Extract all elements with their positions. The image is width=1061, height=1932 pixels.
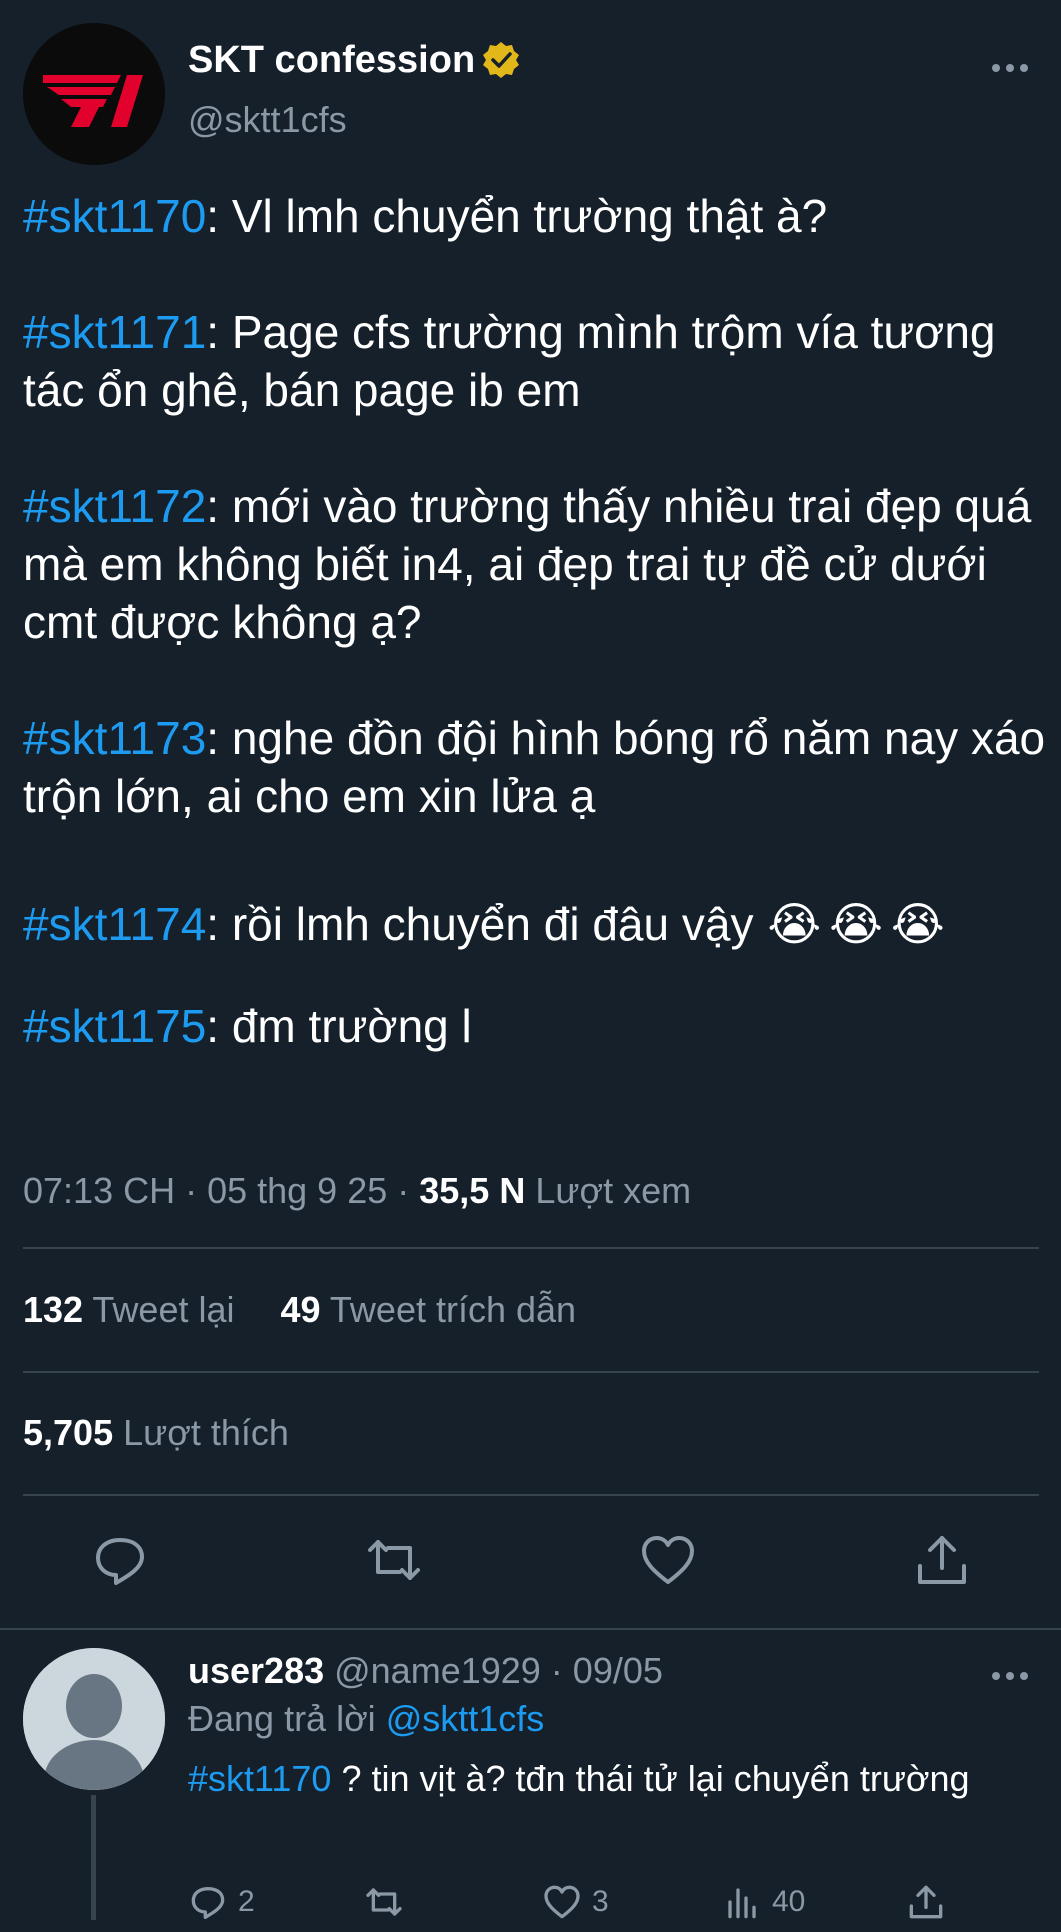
share-icon xyxy=(909,1885,943,1919)
confession-item: #skt1174: rồi lmh chuyển đi đâu vậy 😭 😭 😭 xyxy=(23,895,1053,953)
like-label: Lượt thích xyxy=(113,1412,289,1453)
like-stats[interactable]: 5,705 Lượt thích xyxy=(23,1410,289,1456)
confession-item: #skt1170: Vl lmh chuyển trường thật à? xyxy=(23,187,1053,245)
quote-label: Tweet trích dẫn xyxy=(320,1289,577,1330)
reply-avatar[interactable] xyxy=(23,1648,165,1790)
more-options-icon[interactable] xyxy=(990,1660,1030,1692)
crying-emoji: 😭 xyxy=(767,898,822,950)
reply-handle[interactable]: @name1929 xyxy=(324,1650,541,1691)
retweet-stat[interactable]: 132 Tweet lại xyxy=(23,1289,235,1330)
tweet-text: #skt1170: Vl lmh chuyển trường thật à? #… xyxy=(23,187,1053,1055)
replying-label: Đang trả lời xyxy=(188,1698,386,1739)
reply-text: #skt1170 ? tin vịt à? tđn thái tử lại ch… xyxy=(188,1755,1038,1803)
verified-badge-icon xyxy=(483,42,520,78)
share-icon[interactable] xyxy=(912,1530,972,1590)
confession-item: #skt1172: mới vào trường thấy nhiều trai… xyxy=(23,477,1053,651)
author-name-text: SKT confession xyxy=(188,39,476,81)
reply-count: 2 xyxy=(238,1885,255,1918)
thread-line xyxy=(91,1795,96,1920)
crying-emoji: 😭 xyxy=(829,898,883,950)
meta-separator: · xyxy=(175,1170,208,1211)
engagement-stats: 132 Tweet lại 49 Tweet trích dẫn xyxy=(23,1287,576,1333)
reply-like-button[interactable]: 3 xyxy=(542,1882,609,1922)
retweet-icon xyxy=(366,1888,402,1916)
hashtag-link[interactable]: #skt1173 xyxy=(23,712,206,764)
tweet-action-bar xyxy=(0,1530,1061,1590)
tweet-header: SKT confession @sktt1cfs xyxy=(0,0,1061,165)
author-handle[interactable]: @sktt1cfs xyxy=(188,98,347,142)
retweet-icon[interactable] xyxy=(364,1530,424,1590)
divider xyxy=(23,1371,1039,1373)
meta-separator: · xyxy=(387,1170,420,1211)
tweet-date[interactable]: 05 thg 9 25 xyxy=(207,1170,387,1211)
reply-icon[interactable] xyxy=(90,1530,150,1590)
t1-logo-icon xyxy=(23,23,165,165)
hashtag-link[interactable]: #skt1170 xyxy=(188,1758,331,1799)
divider xyxy=(0,1628,1061,1630)
confession-item: #skt1171: Page cfs trường mình trộm vía … xyxy=(23,303,1053,419)
like-count: 3 xyxy=(592,1885,609,1918)
reply-action-bar: 2 3 40 xyxy=(188,1882,1038,1932)
meta-separator: · xyxy=(540,1650,573,1691)
like-icon xyxy=(544,1885,580,1919)
mention-link[interactable]: @sktt1cfs xyxy=(386,1698,545,1739)
confession-text: : đm trường l xyxy=(206,1000,472,1052)
tweet-time[interactable]: 07:13 CH xyxy=(23,1170,175,1211)
view-count: 40 xyxy=(772,1885,806,1918)
quote-stat[interactable]: 49 Tweet trích dẫn xyxy=(281,1289,577,1330)
quote-count: 49 xyxy=(280,1289,321,1330)
tweet-meta: 07:13 CH · 05 thg 9 25 · 35,5 N Lượt xem xyxy=(23,1168,691,1214)
retweet-label: Tweet lại xyxy=(83,1289,235,1330)
confession-item: #skt1175: đm trường l xyxy=(23,997,1053,1055)
confession-item: #skt1173: nghe đồn đội hình bóng rổ năm … xyxy=(23,709,1053,825)
divider xyxy=(23,1494,1039,1496)
analytics-icon xyxy=(728,1888,756,1919)
reply-date[interactable]: 09/05 xyxy=(573,1650,663,1691)
divider xyxy=(23,1247,1039,1249)
replying-to: Đang trả lời @sktt1cfs xyxy=(188,1696,544,1742)
like-count: 5,705 xyxy=(23,1412,114,1453)
hashtag-link[interactable]: #skt1174 xyxy=(23,898,206,950)
default-avatar-icon xyxy=(23,1648,165,1790)
reply-icon xyxy=(191,1887,225,1919)
hashtag-link[interactable]: #skt1170 xyxy=(23,190,206,242)
reply-header: user283 @name1929 · 09/05 xyxy=(188,1648,663,1694)
reply-share-button[interactable] xyxy=(906,1882,956,1922)
reply-reply-button[interactable]: 2 xyxy=(188,1882,255,1922)
hashtag-link[interactable]: #skt1172 xyxy=(23,480,206,532)
reply-body: ? tin vịt à? tđn thái tử lại chuyển trườ… xyxy=(331,1758,970,1799)
more-options-icon[interactable] xyxy=(990,52,1030,84)
crying-emoji: 😭 xyxy=(890,898,945,950)
reply-retweet-button[interactable] xyxy=(364,1882,414,1922)
retweet-count: 132 xyxy=(23,1289,84,1330)
reply-views-button[interactable]: 40 xyxy=(722,1882,805,1922)
view-count: 35,5 N xyxy=(419,1170,526,1211)
author-avatar[interactable] xyxy=(23,23,165,165)
confession-text: : Vl lmh chuyển trường thật à? xyxy=(206,190,828,242)
hashtag-link[interactable]: #skt1171 xyxy=(23,306,206,358)
author-display-name[interactable]: SKT confession xyxy=(188,36,521,84)
hashtag-link[interactable]: #skt1175 xyxy=(23,1000,206,1052)
like-icon[interactable] xyxy=(638,1530,698,1590)
reply-display-name[interactable]: user283 xyxy=(188,1650,324,1691)
view-count-label: Lượt xem xyxy=(525,1170,692,1211)
confession-text: : rồi lmh chuyển đi đâu vậy xyxy=(206,898,754,950)
